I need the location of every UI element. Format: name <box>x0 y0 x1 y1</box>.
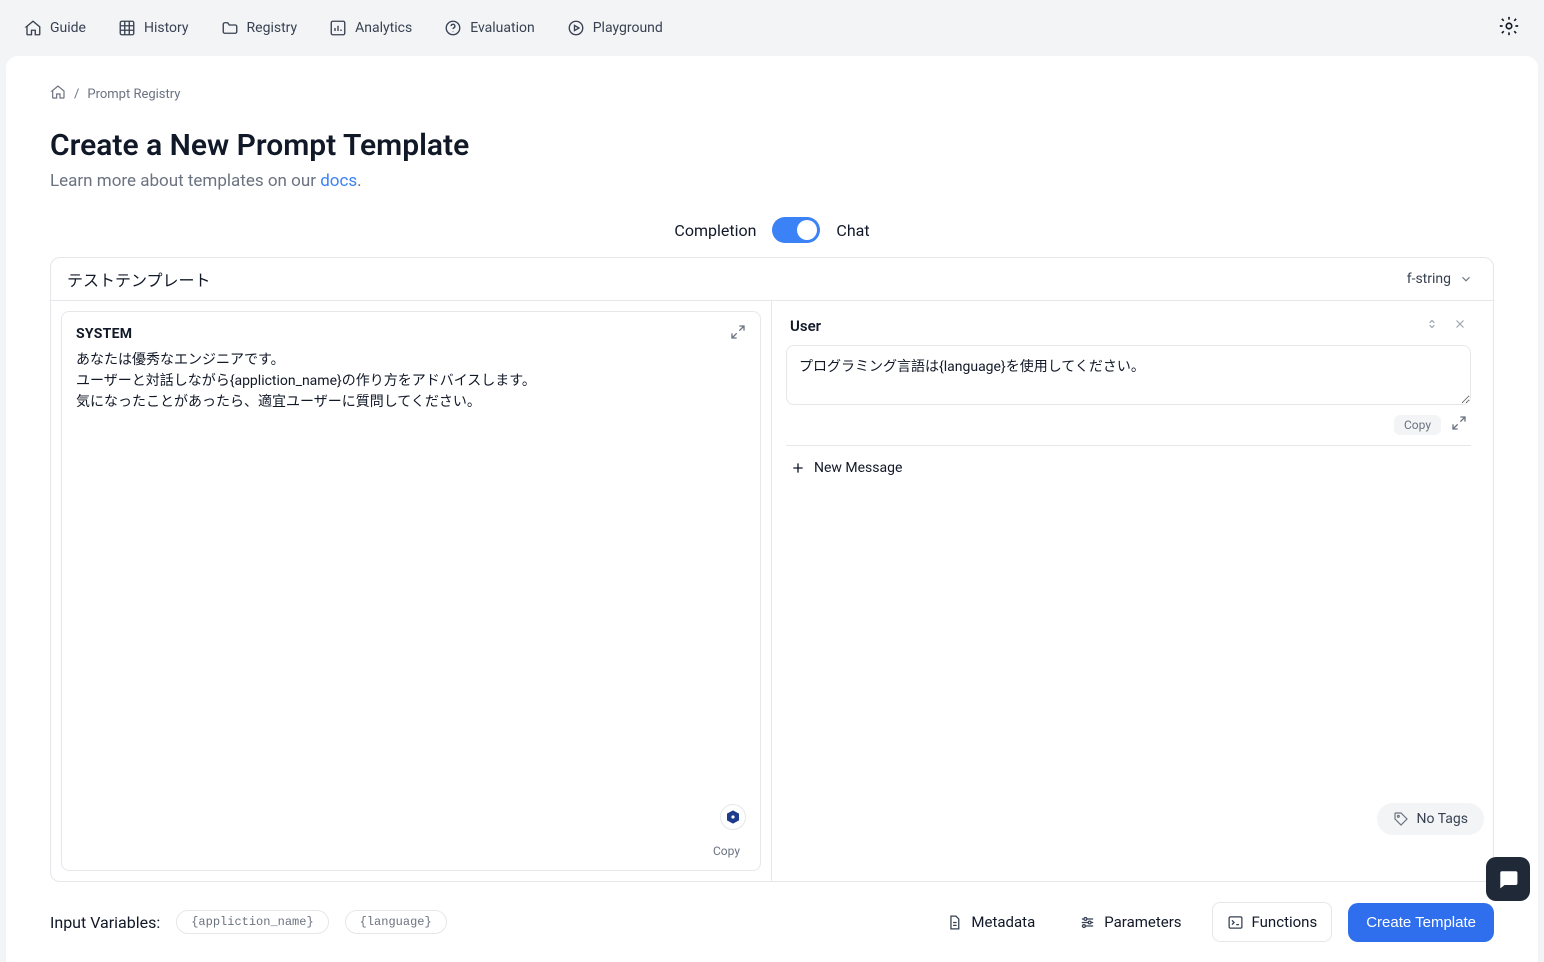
editor-shell: f-string SYSTEM あなたは優秀なエンジニアです。 ユーザーと対話し… <box>50 257 1494 882</box>
input-var-chip[interactable]: {language} <box>345 910 447 934</box>
bar-chart-icon <box>329 19 347 37</box>
metadata-label: Metadata <box>971 913 1035 931</box>
sliders-icon <box>1079 914 1096 931</box>
message-copy-button[interactable]: Copy <box>1394 415 1441 435</box>
format-select[interactable]: f-string <box>1387 271 1493 287</box>
hexagon-icon <box>725 809 741 825</box>
chevron-down-icon <box>1459 272 1473 286</box>
system-panel: SYSTEM あなたは優秀なエンジニアです。 ユーザーと対話しながら{appli… <box>61 311 761 871</box>
expand-icon <box>730 324 746 340</box>
folder-icon <box>221 19 239 37</box>
nav-label: History <box>144 20 189 36</box>
breadcrumb: / Prompt Registry <box>50 84 1494 104</box>
input-vars-label: Input Variables: <box>50 913 160 932</box>
format-label: f-string <box>1407 271 1451 287</box>
nav-label: Registry <box>247 20 298 36</box>
nav-playground[interactable]: Playground <box>567 19 663 37</box>
nav-evaluation[interactable]: Evaluation <box>444 19 535 37</box>
nav-label: Evaluation <box>470 20 535 36</box>
create-template-button[interactable]: Create Template <box>1348 903 1494 942</box>
breadcrumb-current[interactable]: Prompt Registry <box>87 87 180 102</box>
grid-icon <box>118 19 136 37</box>
nav-guide[interactable]: Guide <box>24 19 86 37</box>
message-role-label[interactable]: User <box>790 317 821 335</box>
home-icon <box>24 19 42 37</box>
terminal-icon <box>1227 914 1244 931</box>
tag-icon <box>1393 811 1409 827</box>
plus-icon <box>790 460 806 476</box>
parameters-button[interactable]: Parameters <box>1065 903 1195 941</box>
mode-completion-label: Completion <box>674 221 756 240</box>
subtitle-prefix: Learn more about templates on our <box>50 171 320 191</box>
message-content-input[interactable] <box>786 345 1471 405</box>
breadcrumb-separator: / <box>74 87 79 102</box>
tags-chip[interactable]: No Tags <box>1377 803 1484 835</box>
new-message-button[interactable]: New Message <box>786 446 1471 490</box>
page-title: Create a New Prompt Template <box>50 128 1494 163</box>
updown-icon <box>1425 317 1439 331</box>
mode-chat-label: Chat <box>836 221 869 240</box>
mode-toggle-row: Completion Chat <box>6 217 1538 243</box>
message-expand-button[interactable] <box>1451 415 1467 435</box>
tags-label: No Tags <box>1417 811 1468 827</box>
subtitle-suffix: . <box>357 171 361 191</box>
breadcrumb-home[interactable] <box>50 84 66 104</box>
system-text[interactable]: あなたは優秀なエンジニアです。 ユーザーと対話しながら{appliction_n… <box>76 350 746 413</box>
nav-label: Guide <box>50 20 86 36</box>
system-role-label: SYSTEM <box>76 326 132 342</box>
system-copy-button[interactable]: Copy <box>707 842 746 860</box>
template-name-input[interactable] <box>51 258 1387 300</box>
functions-button[interactable]: Functions <box>1212 902 1333 942</box>
intercom-launcher[interactable] <box>1486 857 1530 901</box>
nav-analytics[interactable]: Analytics <box>329 19 412 37</box>
home-icon <box>50 84 66 100</box>
input-var-chip[interactable]: {appliction_name} <box>176 910 328 934</box>
nav-history[interactable]: History <box>118 19 189 37</box>
help-icon <box>444 19 462 37</box>
expand-button[interactable] <box>730 324 746 344</box>
nav-label: Analytics <box>355 20 412 36</box>
close-icon <box>1453 317 1467 331</box>
expand-icon <box>1451 415 1467 431</box>
new-message-label: New Message <box>814 460 902 476</box>
message-delete-button[interactable] <box>1453 317 1467 335</box>
gear-icon <box>1498 15 1520 37</box>
nav-registry[interactable]: Registry <box>221 19 298 37</box>
settings-button[interactable] <box>1498 15 1520 41</box>
mode-toggle[interactable] <box>772 217 820 243</box>
top-nav: Guide History Registry Analytics Evaluat… <box>0 0 1544 56</box>
parameters-label: Parameters <box>1104 913 1181 931</box>
page-container: / Prompt Registry Create a New Prompt Te… <box>6 56 1538 962</box>
page-subtitle: Learn more about templates on our docs. <box>50 171 1494 191</box>
message-reorder-button[interactable] <box>1425 317 1439 335</box>
bottom-bar: Input Variables: {appliction_name} {lang… <box>6 882 1538 942</box>
metadata-button[interactable]: Metadata <box>932 903 1049 941</box>
play-icon <box>567 19 585 37</box>
brand-badge[interactable] <box>720 804 746 830</box>
nav-label: Playground <box>593 20 663 36</box>
file-icon <box>946 914 963 931</box>
functions-label: Functions <box>1252 913 1318 931</box>
chat-icon <box>1496 867 1520 891</box>
docs-link[interactable]: docs <box>320 171 357 191</box>
